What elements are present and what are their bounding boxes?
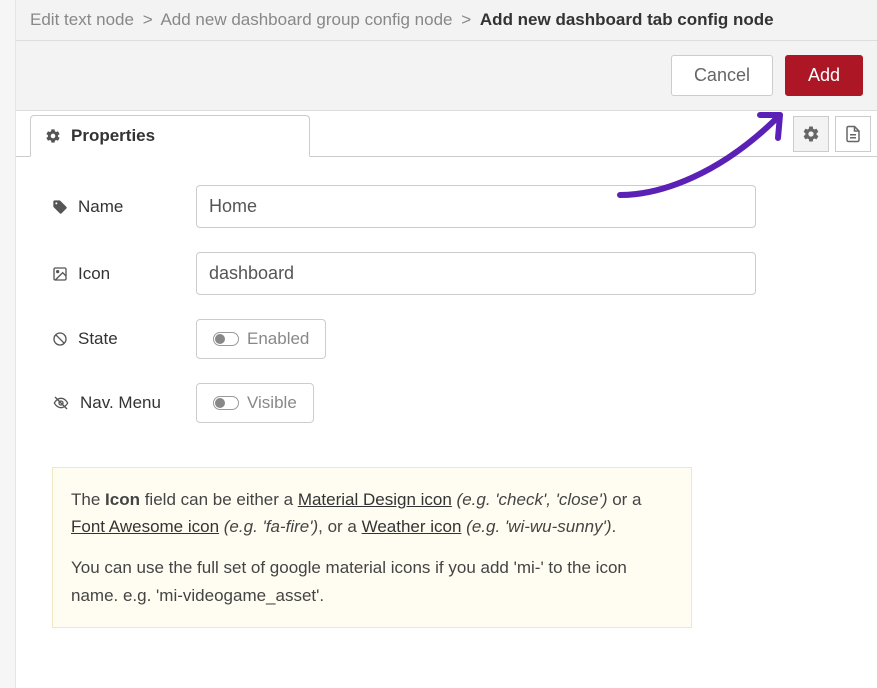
state-toggle[interactable]: Enabled — [196, 319, 326, 359]
navmenu-toggle-label: Visible — [247, 393, 297, 413]
action-button-row: Cancel Add — [16, 41, 877, 112]
editor-tabs: Properties — [16, 111, 877, 157]
eye-slash-icon — [52, 395, 70, 411]
navmenu-label-text: Nav. Menu — [80, 393, 161, 413]
settings-tab-button[interactable] — [793, 116, 829, 152]
add-button[interactable]: Add — [785, 55, 863, 97]
icon-label-text: Icon — [78, 264, 110, 284]
state-label: State — [52, 329, 196, 349]
link-weather-icon[interactable]: Weather icon — [362, 517, 462, 536]
icon-label: Icon — [52, 264, 196, 284]
tab-properties[interactable]: Properties — [30, 115, 310, 157]
form-row-navmenu: Nav. Menu Visible — [52, 383, 853, 423]
navmenu-toggle[interactable]: Visible — [196, 383, 314, 423]
link-material-design[interactable]: Material Design icon — [298, 490, 452, 509]
form-row-state: State Enabled — [52, 319, 853, 359]
name-input[interactable] — [196, 185, 756, 228]
link-font-awesome[interactable]: Font Awesome icon — [71, 517, 219, 536]
ban-icon — [52, 331, 68, 347]
toggle-icon — [213, 332, 239, 346]
breadcrumb: Edit text node > Add new dashboard group… — [16, 0, 877, 41]
tag-icon — [52, 199, 68, 215]
icon-input[interactable] — [196, 252, 756, 295]
cancel-button[interactable]: Cancel — [671, 55, 773, 97]
docs-tab-button[interactable] — [835, 116, 871, 152]
gear-icon — [45, 128, 61, 144]
gear-icon — [802, 125, 820, 143]
properties-form: Name Icon State Enabled — [16, 157, 877, 457]
picture-icon — [52, 266, 68, 282]
document-icon — [844, 125, 862, 143]
help-paragraph-1: The Icon field can be either a Material … — [71, 486, 673, 540]
help-paragraph-2: You can use the full set of google mater… — [71, 554, 673, 608]
navmenu-label: Nav. Menu — [52, 393, 196, 413]
tab-properties-label: Properties — [71, 126, 155, 146]
breadcrumb-item-2[interactable]: Add new dashboard group config node — [160, 10, 452, 29]
state-label-text: State — [78, 329, 118, 349]
workspace-left-edge — [0, 0, 16, 688]
config-editor-panel: Edit text node > Add new dashboard group… — [16, 0, 877, 688]
name-label-text: Name — [78, 197, 123, 217]
form-row-name: Name — [52, 185, 853, 228]
toggle-icon — [213, 396, 239, 410]
breadcrumb-item-1[interactable]: Edit text node — [30, 10, 134, 29]
form-row-icon: Icon — [52, 252, 853, 295]
icon-help-box: The Icon field can be either a Material … — [52, 467, 692, 628]
state-toggle-label: Enabled — [247, 329, 309, 349]
breadcrumb-separator: > — [139, 10, 157, 29]
name-label: Name — [52, 197, 196, 217]
breadcrumb-separator: > — [457, 10, 475, 29]
breadcrumb-item-current: Add new dashboard tab config node — [480, 10, 774, 29]
